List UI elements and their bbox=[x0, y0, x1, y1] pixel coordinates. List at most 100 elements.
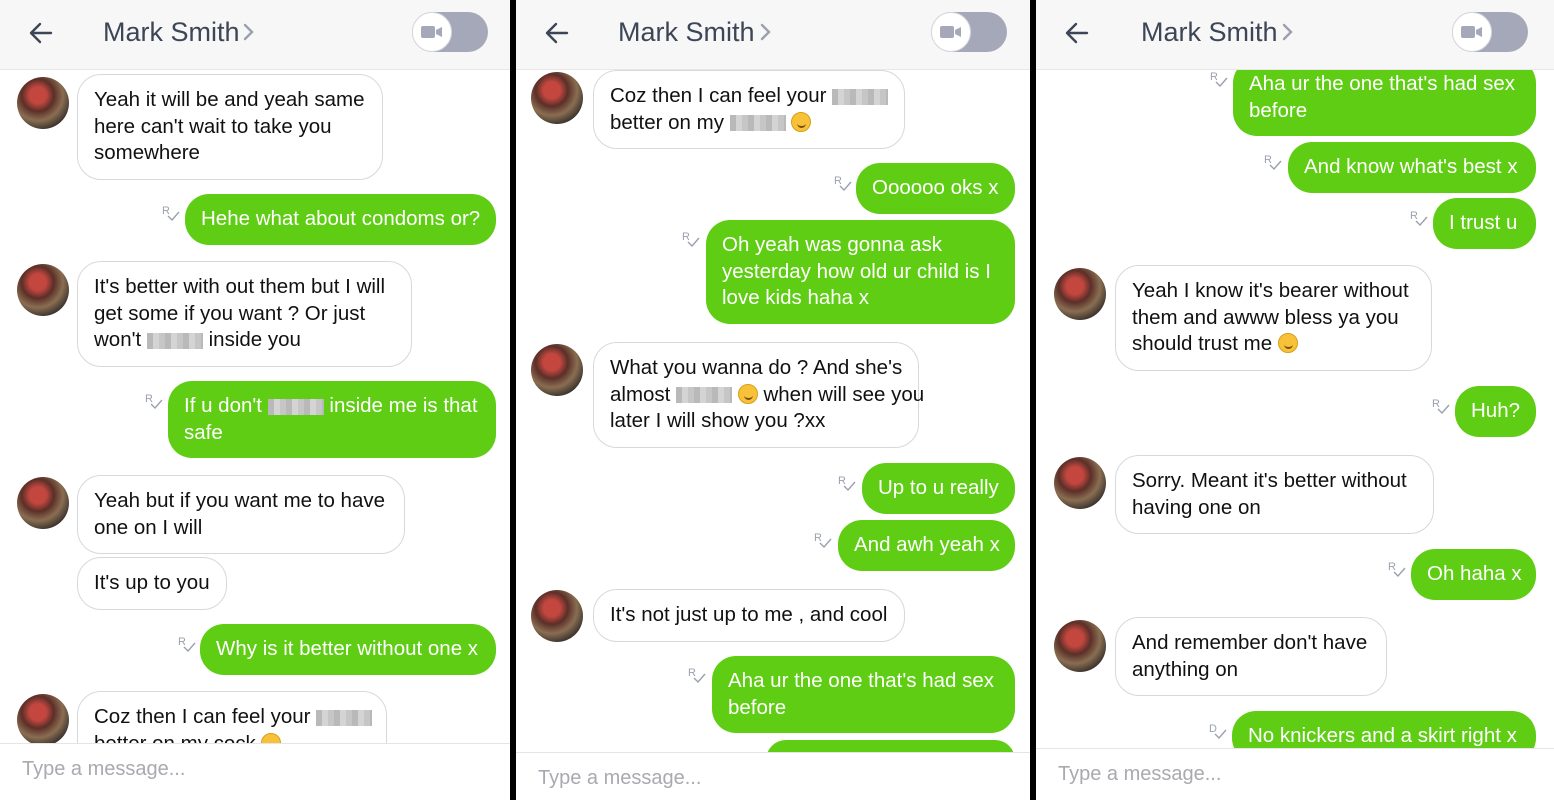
avatar[interactable] bbox=[531, 72, 583, 124]
message-bubble-outgoing[interactable]: Oooooo oks x bbox=[856, 163, 1015, 214]
avatar[interactable] bbox=[531, 590, 583, 642]
contact-name[interactable]: Mark Smith bbox=[618, 17, 755, 48]
message-bubble-outgoing[interactable]: Up to u really bbox=[862, 463, 1015, 514]
video-toggle[interactable] bbox=[931, 12, 1007, 52]
back-arrow-icon[interactable] bbox=[26, 18, 56, 48]
message-bubble-outgoing[interactable]: Hehe what about condoms or? bbox=[185, 194, 496, 245]
redacted-text bbox=[832, 88, 889, 105]
read-receipt-icon: R bbox=[682, 230, 700, 250]
svg-text:R: R bbox=[178, 636, 186, 648]
delivered-icon: D bbox=[1209, 722, 1227, 742]
contact-name[interactable]: Mark Smith bbox=[1141, 17, 1278, 48]
avatar[interactable] bbox=[17, 77, 69, 129]
video-camera-icon bbox=[412, 12, 452, 52]
read-receipt-icon: R bbox=[1210, 70, 1228, 90]
smiling-emoji-icon bbox=[737, 383, 758, 404]
chat-panel-1: Mark Smith Yeah it will be and yeah same… bbox=[0, 0, 510, 800]
avatar[interactable] bbox=[17, 694, 69, 746]
read-receipt-icon: R bbox=[1432, 397, 1450, 417]
chevron-right-icon[interactable] bbox=[759, 22, 773, 42]
redacted-text bbox=[676, 387, 733, 404]
message-bubble-incoming[interactable]: Yeah it will be and yeah same here can't… bbox=[77, 74, 383, 180]
read-receipt-icon: R bbox=[1264, 153, 1282, 173]
svg-text:R: R bbox=[1210, 71, 1218, 83]
message-bubble-incoming[interactable]: Yeah but if you want me to have one on I… bbox=[77, 475, 405, 554]
message-list[interactable]: Coz then I can feel your better on my R … bbox=[516, 0, 1030, 800]
svg-text:D: D bbox=[1209, 723, 1217, 735]
chat-header: Mark Smith bbox=[516, 0, 1030, 70]
read-receipt-icon: R bbox=[145, 392, 163, 412]
message-list[interactable]: R Aha ur the one that's had sex before R… bbox=[1036, 0, 1554, 800]
avatar[interactable] bbox=[17, 477, 69, 529]
back-arrow-icon[interactable] bbox=[1062, 18, 1092, 48]
svg-text:R: R bbox=[1432, 398, 1440, 410]
chevron-right-icon[interactable] bbox=[1281, 22, 1295, 42]
message-bubble-incoming[interactable]: It's up to you bbox=[77, 557, 227, 610]
back-arrow-icon[interactable] bbox=[542, 18, 572, 48]
contact-name[interactable]: Mark Smith bbox=[103, 17, 240, 48]
video-camera-icon bbox=[1452, 12, 1492, 52]
message-bubble-outgoing[interactable]: Oh haha x bbox=[1411, 549, 1536, 600]
chat-header: Mark Smith bbox=[1036, 0, 1554, 70]
composer bbox=[516, 752, 1030, 800]
read-receipt-icon: R bbox=[1388, 560, 1406, 580]
avatar[interactable] bbox=[1054, 457, 1106, 509]
svg-text:R: R bbox=[1410, 210, 1418, 222]
message-bubble-outgoing[interactable]: Why is it better without one x bbox=[200, 624, 496, 675]
message-bubble-incoming[interactable]: Coz then I can feel your better on my bbox=[593, 70, 905, 149]
redacted-text bbox=[729, 115, 786, 132]
avatar[interactable] bbox=[17, 264, 69, 316]
redacted-text bbox=[146, 332, 203, 349]
svg-text:R: R bbox=[834, 175, 842, 187]
redacted-text bbox=[267, 398, 324, 415]
svg-text:R: R bbox=[145, 393, 153, 405]
message-bubble-outgoing[interactable]: Aha ur the one that's had sex before bbox=[1233, 59, 1536, 136]
message-bubble-incoming[interactable]: It's better with out them but I will get… bbox=[77, 261, 412, 367]
read-receipt-icon: R bbox=[838, 474, 856, 494]
message-bubble-outgoing[interactable]: Oh yeah was gonna ask yesterday how old … bbox=[706, 220, 1015, 324]
read-receipt-icon: R bbox=[178, 635, 196, 655]
message-list[interactable]: Yeah it will be and yeah same here can't… bbox=[0, 0, 510, 800]
message-bubble-outgoing[interactable]: Huh? bbox=[1455, 386, 1536, 437]
smiling-emoji-icon bbox=[791, 111, 812, 132]
message-bubble-incoming[interactable]: What you wanna do ? And she's almost whe… bbox=[593, 342, 924, 448]
video-camera-icon bbox=[931, 12, 971, 52]
avatar[interactable] bbox=[531, 344, 583, 396]
message-bubble-incoming[interactable]: Yeah I know it's bearer without them and… bbox=[1115, 265, 1432, 371]
read-receipt-icon: R bbox=[162, 204, 180, 224]
svg-text:R: R bbox=[1388, 561, 1396, 573]
composer bbox=[0, 743, 510, 800]
message-bubble-outgoing[interactable]: Aha ur the one that's had sex before bbox=[712, 656, 1015, 733]
read-receipt-icon: R bbox=[834, 174, 852, 194]
video-toggle[interactable] bbox=[412, 12, 488, 52]
redacted-text bbox=[316, 709, 373, 726]
smiling-emoji-icon bbox=[1277, 333, 1298, 353]
message-bubble-incoming[interactable]: And remember don't have anything on bbox=[1115, 617, 1387, 696]
svg-text:R: R bbox=[688, 667, 696, 679]
chat-panel-3: Mark Smith R Aha ur the one that's had s… bbox=[1036, 0, 1554, 800]
message-bubble-outgoing[interactable]: And know what's best x bbox=[1288, 142, 1536, 193]
message-input[interactable] bbox=[538, 767, 938, 790]
composer bbox=[1036, 748, 1554, 800]
message-input[interactable] bbox=[1058, 763, 1458, 786]
svg-text:R: R bbox=[838, 475, 846, 487]
chat-panel-2: Mark Smith Coz then I can feel your bett… bbox=[516, 0, 1030, 800]
read-receipt-icon: R bbox=[1410, 209, 1428, 229]
avatar[interactable] bbox=[1054, 620, 1106, 672]
svg-text:R: R bbox=[1264, 154, 1272, 166]
message-bubble-incoming[interactable]: Sorry. Meant it's better without having … bbox=[1115, 455, 1434, 534]
svg-text:R: R bbox=[814, 532, 822, 544]
video-toggle[interactable] bbox=[1452, 12, 1528, 52]
read-receipt-icon: R bbox=[688, 666, 706, 686]
read-receipt-icon: R bbox=[814, 531, 832, 551]
avatar[interactable] bbox=[1054, 268, 1106, 320]
message-bubble-incoming[interactable]: It's not just up to me , and cool bbox=[593, 589, 905, 642]
chat-header: Mark Smith bbox=[0, 0, 510, 70]
message-bubble-outgoing[interactable]: I trust u bbox=[1433, 198, 1536, 249]
message-input[interactable] bbox=[22, 758, 422, 781]
message-bubble-outgoing[interactable]: If u don't inside me is that safe bbox=[168, 381, 496, 458]
chevron-right-icon[interactable] bbox=[242, 22, 256, 42]
svg-text:R: R bbox=[162, 205, 170, 217]
svg-text:R: R bbox=[682, 231, 690, 243]
message-bubble-outgoing[interactable]: And awh yeah x bbox=[838, 520, 1015, 571]
